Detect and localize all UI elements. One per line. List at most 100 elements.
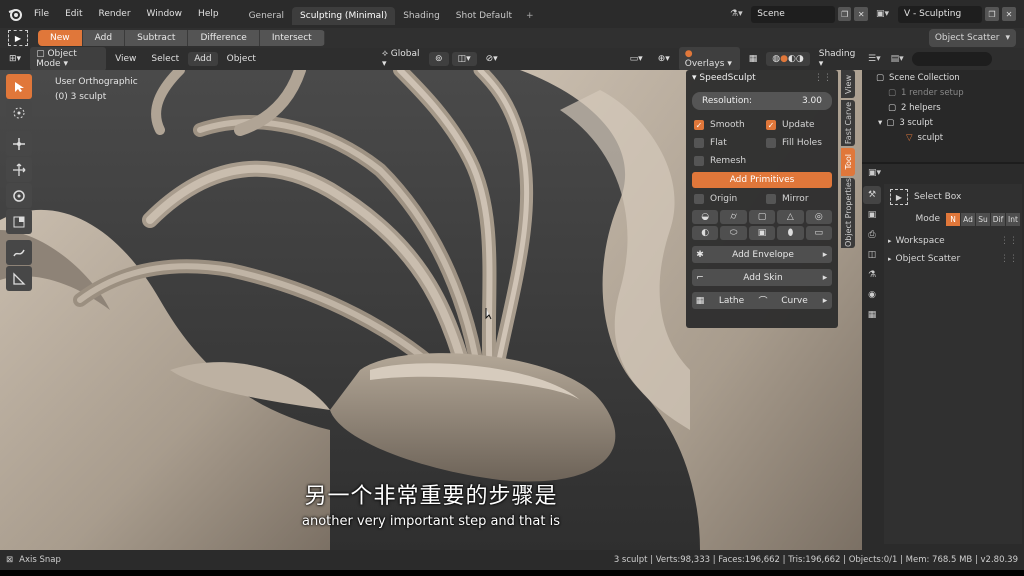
drag-handle-icon[interactable]: ⋮⋮ xyxy=(1000,236,1018,246)
scene-selector[interactable]: ⚗▾ Scene ❐ ✕ xyxy=(730,5,868,23)
drag-handle-icon[interactable]: ⋮⋮ xyxy=(814,73,832,83)
update-checkbox[interactable]: ✓ Update xyxy=(766,120,838,130)
xray-icon[interactable]: ▦ xyxy=(743,52,764,66)
blender-logo-icon[interactable] xyxy=(4,3,26,25)
view-menu[interactable]: View xyxy=(109,52,142,66)
tab-shading[interactable]: Shading xyxy=(395,7,448,25)
tab-tool[interactable]: Tool xyxy=(841,148,855,176)
bent-primitive-icon[interactable]: ⬮ xyxy=(777,226,804,240)
flat-checkbox[interactable]: Flat xyxy=(694,138,766,148)
tab-object-properties[interactable]: Object Properties xyxy=(841,178,855,248)
gizmo-icon[interactable]: ⊕▾ xyxy=(652,52,676,66)
smooth-checkbox[interactable]: ✓ Smooth xyxy=(694,120,766,130)
menu-help[interactable]: Help xyxy=(190,9,227,19)
shading-dropdown[interactable]: Shading ▾ xyxy=(813,47,862,71)
output-tab-icon[interactable]: ⎙ xyxy=(863,226,881,244)
boolean-intersect-button[interactable]: Intersect xyxy=(259,30,325,46)
tab-fast-carve[interactable]: Fast Carve xyxy=(841,100,855,146)
delete-view-layer-icon[interactable]: ✕ xyxy=(1002,7,1016,21)
scene-field[interactable]: Scene xyxy=(751,5,835,23)
render-tab-icon[interactable]: ▣ xyxy=(863,206,881,224)
origin-checkbox[interactable]: Origin xyxy=(694,194,766,204)
boolean-new-button[interactable]: New xyxy=(38,30,83,46)
cone-primitive-icon[interactable]: △ xyxy=(777,210,804,224)
properties-editor-icon[interactable]: ▣▾ xyxy=(868,168,881,178)
select-menu[interactable]: Select xyxy=(145,52,185,66)
tool-tab-icon[interactable]: ⚒ xyxy=(863,186,881,204)
object-scatter-panel[interactable]: ▸ Object Scatter ⋮⋮ xyxy=(884,250,1022,268)
scale-tool-icon[interactable] xyxy=(6,209,32,234)
display-mode-icon[interactable]: ▤▾ xyxy=(891,54,904,64)
menu-edit[interactable]: Edit xyxy=(57,9,90,19)
move-tool-icon[interactable] xyxy=(6,131,32,156)
lathe-arrow-icon[interactable]: ▸ xyxy=(818,296,832,306)
visibility-icon[interactable]: ▭▾ xyxy=(624,52,649,66)
skin-arrow-icon[interactable]: ▸ xyxy=(818,273,832,283)
boolean-difference-button[interactable]: Difference xyxy=(188,30,260,46)
rotate-tool-icon[interactable] xyxy=(6,183,32,208)
add-menu[interactable]: Add xyxy=(188,52,218,66)
select-box-tool-icon[interactable]: ▶ xyxy=(8,30,28,46)
capsule-primitive-icon[interactable]: ⬭ xyxy=(720,226,747,240)
scene-tab-icon[interactable]: ⚗ xyxy=(863,266,881,284)
proportional-edit-icon[interactable]: ⊘▾ xyxy=(480,52,504,66)
translate-tool-icon[interactable] xyxy=(6,157,32,182)
outliner-editor-icon[interactable]: ☰▾ xyxy=(868,54,881,64)
tab-general[interactable]: General xyxy=(241,7,292,25)
menu-window[interactable]: Window xyxy=(139,9,191,19)
cursor-tool-icon[interactable] xyxy=(6,100,32,125)
outliner-search-input[interactable] xyxy=(911,52,992,66)
fill-holes-checkbox[interactable]: Fill Holes xyxy=(766,138,838,148)
overlays-dropdown[interactable]: ● Overlays ▾ xyxy=(678,47,740,71)
workspace-panel[interactable]: ▸ Workspace ⋮⋮ xyxy=(884,232,1022,250)
cylinder-primitive-icon[interactable]: ⌭ xyxy=(720,210,747,224)
delete-scene-icon[interactable]: ✕ xyxy=(854,7,868,21)
orientation-dropdown[interactable]: ⟡ Global ▾ xyxy=(376,47,426,71)
mode-subtract-button[interactable]: Su xyxy=(976,212,990,226)
torus-primitive-icon[interactable]: ◎ xyxy=(805,210,832,224)
tab-sculpting-minimal[interactable]: Sculpting (Minimal) xyxy=(292,7,396,25)
view-layer-tab-icon[interactable]: ◫ xyxy=(863,246,881,264)
menu-render[interactable]: Render xyxy=(91,9,139,19)
select-tool-icon[interactable] xyxy=(6,74,32,99)
cube-primitive-icon[interactable]: ▢ xyxy=(748,210,776,224)
curve-button[interactable]: Curve xyxy=(771,296,818,306)
mode-new-button[interactable]: N xyxy=(946,212,960,226)
envelope-arrow-icon[interactable]: ▸ xyxy=(818,250,832,260)
mode-difference-button[interactable]: Dif xyxy=(991,212,1005,226)
add-skin-button[interactable]: ⌐ Add Skin ▸ xyxy=(692,269,832,286)
world-tab-icon[interactable]: ◉ xyxy=(863,286,881,304)
object-menu[interactable]: Object xyxy=(221,52,262,66)
mirror-checkbox[interactable]: Mirror xyxy=(766,194,838,204)
tab-view[interactable]: View xyxy=(841,70,855,98)
add-workspace-icon[interactable]: + xyxy=(520,7,540,25)
speedsculpt-header[interactable]: ▾ SpeedSculpt ⋮⋮ xyxy=(686,70,838,86)
object-scatter-dropdown[interactable]: Object Scatter ▾ xyxy=(928,29,1016,47)
view-layer-selector[interactable]: ▣▾ V - Sculpting ❐ ✕ xyxy=(876,5,1016,23)
outliner-sculpt-object[interactable]: ▽ sculpt xyxy=(862,130,1024,145)
drag-handle-icon[interactable]: ⋮⋮ xyxy=(1000,254,1018,264)
resolution-field[interactable]: Resolution: 3.00 xyxy=(692,92,832,110)
lathe-button[interactable]: Lathe xyxy=(708,296,755,306)
shading-modes-icon[interactable]: ◍●◐◑ xyxy=(766,52,810,66)
menu-file[interactable]: File xyxy=(26,9,57,19)
boolean-add-button[interactable]: Add xyxy=(82,30,126,46)
object-mode-dropdown[interactable]: ▢ Object Mode ▾ xyxy=(30,47,107,71)
remesh-checkbox[interactable]: Remesh xyxy=(694,156,766,166)
new-scene-icon[interactable]: ❐ xyxy=(837,7,852,21)
texture-tab-icon[interactable]: ▦ xyxy=(863,306,881,324)
rounded-cube-primitive-icon[interactable]: ▣ xyxy=(748,226,776,240)
mode-add-button[interactable]: Ad xyxy=(961,212,975,226)
plane-primitive-icon[interactable]: ▭ xyxy=(805,226,832,240)
snap-icon[interactable]: ◫▾ xyxy=(451,52,477,66)
outliner-render-setup[interactable]: ▢ 1 render setup xyxy=(862,85,1024,100)
add-envelope-button[interactable]: ✱ Add Envelope ▸ xyxy=(692,246,832,263)
new-view-layer-icon[interactable]: ❐ xyxy=(985,7,999,21)
measure-tool-icon[interactable] xyxy=(6,266,32,291)
tab-shot-default[interactable]: Shot Default xyxy=(448,7,520,25)
editor-type-icon[interactable]: ⊞▾ xyxy=(3,52,27,66)
outliner-scene-collection[interactable]: ▢ Scene Collection xyxy=(862,70,1024,85)
pivot-icon[interactable]: ⊚ xyxy=(429,52,449,66)
view-layer-field[interactable]: V - Sculpting xyxy=(898,5,982,23)
sphere-primitive-icon[interactable]: ◒ xyxy=(692,210,719,224)
